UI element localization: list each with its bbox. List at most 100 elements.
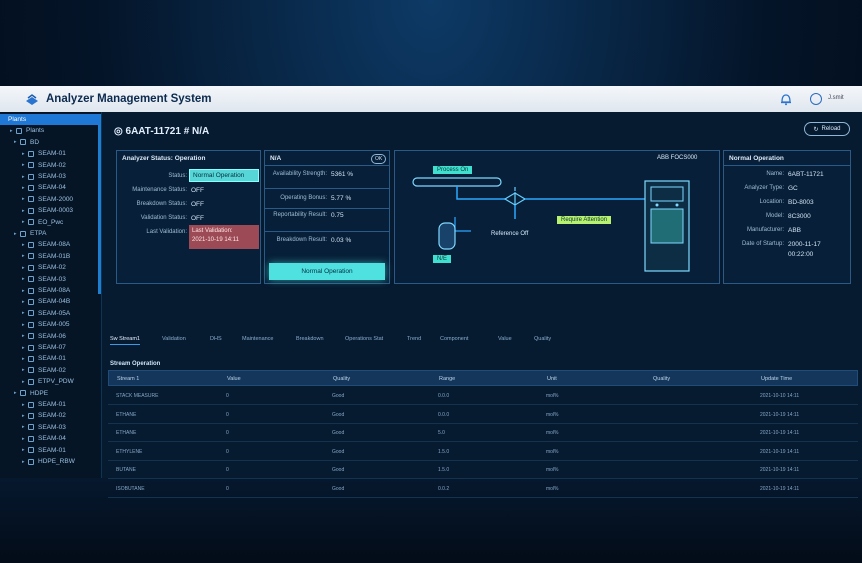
column-header[interactable]: Quality	[653, 376, 670, 382]
analyzer-icon	[28, 333, 34, 340]
table-cell: 1.5.0	[438, 467, 450, 473]
location-label: Location:	[759, 199, 784, 205]
tab-operations-stat[interactable]: Operations Stat	[345, 336, 383, 342]
table-row[interactable]: STACK MEASURE 0 Good 0.0.0 mol% 2021-10-10 14…	[108, 387, 858, 405]
table-row[interactable]: ETHANE 0 Good 5.0 mol% 2021-10-19 14:11	[108, 424, 858, 442]
tree-item-analyzer[interactable]: ▸ SEAM-03	[22, 171, 66, 182]
column-header[interactable]: Value	[227, 376, 241, 382]
table-cell: Good	[332, 393, 345, 399]
bell-icon[interactable]	[780, 92, 792, 106]
tree-item-analyzer[interactable]: ▸ SEAM-01B	[22, 251, 70, 262]
status-label: Status:	[168, 173, 187, 179]
table-row[interactable]: ISOBUTANE 0 Good 0.0.2 mol% 2021-10-19 14:11	[108, 480, 858, 498]
model-value: 8C3000	[788, 213, 811, 220]
column-header[interactable]: Stream 1	[117, 376, 139, 382]
column-header[interactable]: Quality	[333, 376, 350, 382]
table-cell: mol%	[546, 411, 559, 418]
tree-item-analyzer[interactable]: ▸ SEAM-06	[22, 331, 66, 342]
table-row[interactable]: ETHYLENE 0 Good 1.5.0 mol% 2021-10-19 14:11	[108, 443, 858, 461]
column-header[interactable]: Unit	[547, 376, 557, 382]
column-header[interactable]: Range	[439, 376, 455, 382]
tree-item-analyzer[interactable]: ▸ SEAM-01	[22, 148, 66, 159]
reportability-value: 0.75	[331, 212, 344, 219]
reload-label: Reload	[821, 126, 841, 132]
tree-item-analyzer[interactable]: ▸ SEAM-08A	[22, 239, 70, 250]
last-validation-badge: Last Validation: 2021-10-19 14:11	[189, 225, 259, 249]
tree-item-analyzer[interactable]: ▸ SEAM-04	[22, 182, 66, 193]
table-cell: 2021-10-19 14:11	[760, 430, 800, 436]
sidebar-scrollbar[interactable]	[98, 114, 101, 294]
tree-item-group[interactable]: ▸ ETPA	[14, 228, 47, 239]
table-cell: Good	[332, 448, 345, 455]
tree-item-analyzer[interactable]: ▸ EO_Pwc	[22, 217, 63, 228]
tree-item-analyzer[interactable]: ▸ SEAM-04B	[22, 296, 70, 307]
tree-item-label: SEAM-03	[38, 173, 66, 180]
table-cell: Good	[332, 430, 345, 436]
maintenance-status-value: OFF	[191, 187, 204, 194]
tree-item-analyzer[interactable]: ▸ HDPE_RBW	[22, 456, 75, 467]
tree-item-analyzer[interactable]: ▸ SEAM-03	[22, 274, 66, 285]
user-avatar-icon[interactable]	[810, 93, 822, 105]
tree-item-analyzer[interactable]: ▸ ETPV_PDW	[22, 376, 74, 387]
tree-item-analyzer[interactable]: ▸ SEAM-02	[22, 160, 66, 171]
tree-item-analyzer[interactable]: ▸ SEAM-03	[22, 422, 66, 433]
tab-sw-stream1[interactable]: Sw Stream1	[110, 336, 140, 345]
table-row[interactable]: ETHANE 0 Good 0.0.0 mol% 2021-10-19 14:11	[108, 406, 858, 424]
analyzer-icon	[28, 150, 34, 157]
location-value: BD-8003	[788, 199, 814, 206]
tree-item-label: SEAM-08A	[38, 287, 71, 294]
tree-item-analyzer[interactable]: ▸ SEAM-05A	[22, 308, 70, 319]
tree-item-plants[interactable]: ▸ Plants	[10, 125, 44, 136]
tree-item-root[interactable]: Plants	[0, 114, 100, 125]
tab-dhs[interactable]: DHS	[210, 336, 222, 342]
manufacturer-label: Manufacturer:	[746, 227, 784, 233]
analyzer-icon	[28, 219, 34, 226]
table-cell: 2021-10-19 14:11	[760, 411, 800, 418]
kpi-divider	[265, 165, 389, 166]
tree-item-analyzer[interactable]: ▸ SEAM-07	[22, 342, 66, 353]
tree-item-analyzer[interactable]: ▸ SEAM-08A	[22, 285, 70, 296]
tree-item-analyzer[interactable]: ▸ SEAM-2000	[22, 194, 73, 205]
table-cell: 0.0.0	[438, 393, 450, 399]
tree-item-group[interactable]: ▸ BD	[14, 137, 39, 148]
tab-quality[interactable]: Quality	[534, 336, 551, 342]
tree-item-analyzer[interactable]: ▸ SEAM-01	[22, 353, 66, 364]
tree-item-label: SEAM-02	[38, 264, 66, 272]
tree-item-analyzer[interactable]: ▸ SEAM-0003	[22, 205, 73, 216]
tree-item-group[interactable]: ▸ HDPE	[14, 388, 48, 399]
table-row[interactable]: BUTANE 0 Good 1.5.0 mol% 2021-10-19 14:11	[108, 461, 858, 479]
tab-component[interactable]: Component	[440, 336, 468, 342]
table-caption: Stream Operation	[110, 361, 161, 367]
tree-item-analyzer[interactable]: ▸ SEAM-02	[22, 365, 66, 376]
analyzer-icon	[28, 355, 34, 362]
tab-value[interactable]: Value	[498, 336, 512, 342]
tree-item-analyzer[interactable]: ▸ SEAM-005	[22, 319, 69, 330]
normal-operation-button[interactable]: Normal Operation	[269, 263, 385, 280]
tree-item-analyzer[interactable]: ▸ SEAM-01	[22, 445, 66, 456]
folder-icon	[20, 230, 26, 237]
folder-icon	[20, 139, 26, 146]
tree-item-analyzer[interactable]: ▸ SEAM-02	[22, 410, 66, 421]
tree-item-label: SEAM-08A	[38, 241, 71, 249]
tree-item-label: Plants	[26, 127, 45, 135]
tab-breakdown[interactable]: Breakdown	[296, 336, 324, 342]
reportability-label: Reportability Result:	[273, 212, 327, 218]
analyzer-icon	[28, 264, 34, 271]
info-panel-title: Normal Operation	[729, 155, 784, 162]
tree-item-label: SEAM-01	[38, 355, 66, 363]
column-header[interactable]: Update Time	[761, 376, 792, 382]
tree-item-analyzer[interactable]: ▸ SEAM-02	[22, 262, 66, 273]
tree-item-label: SEAM-03	[38, 423, 66, 431]
tab-maintenance[interactable]: Maintenance	[242, 336, 274, 342]
reload-button[interactable]: ↻ Reload	[804, 122, 850, 136]
tree-item-analyzer[interactable]: ▸ SEAM-04	[22, 433, 66, 444]
manufacturer-value: ABB	[788, 227, 802, 234]
analyzer-icon	[28, 196, 34, 203]
table-cell: Good	[332, 485, 345, 492]
last-validation-caption: Last Validation:	[192, 228, 233, 234]
tab-trend[interactable]: Trend	[407, 336, 421, 342]
user-name[interactable]: J.smit	[828, 95, 844, 101]
tree-item-label: SEAM-03	[38, 275, 66, 283]
tab-validation[interactable]: Validation	[162, 336, 186, 342]
tree-item-analyzer[interactable]: ▸ SEAM-01	[22, 399, 66, 410]
